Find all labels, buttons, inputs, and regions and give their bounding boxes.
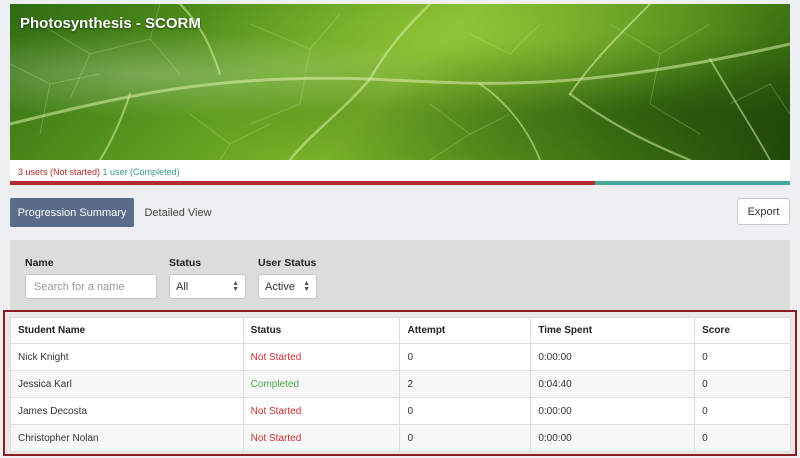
tab-detailed-view[interactable]: Detailed View xyxy=(136,198,220,227)
filter-panel: Name Status All ▲▼ User Status Active ▲▼ xyxy=(10,240,790,310)
select-arrows-icon: ▲ ▼ xyxy=(303,279,310,293)
completion-summary: 3 users (Not started) 1 user (Completed) xyxy=(10,160,790,181)
column-header-attempt[interactable]: Attempt xyxy=(399,317,532,344)
status-cell: Not Started xyxy=(242,424,401,452)
column-header-student-name[interactable]: Student Name xyxy=(10,317,244,344)
student-name: Jessica Karl xyxy=(10,370,244,398)
student-name: Nick Knight xyxy=(10,343,244,371)
status-select[interactable]: All ▲ ▼ xyxy=(169,274,246,299)
not-started-segment xyxy=(10,181,595,185)
column-header-score[interactable]: Score xyxy=(694,317,791,344)
progress-table-frame: Student Name Status Attempt Time Spent S… xyxy=(3,310,797,456)
status-select-value: All xyxy=(176,280,189,293)
completion-progress-bar xyxy=(10,181,790,185)
score-cell: 0 xyxy=(694,370,791,398)
progress-table: Student Name Status Attempt Time Spent S… xyxy=(10,317,791,452)
time-spent-cell: 0:00:00 xyxy=(530,343,696,371)
column-header-status[interactable]: Status xyxy=(242,317,401,344)
time-spent-cell: 0:04:40 xyxy=(530,370,696,398)
score-cell: 0 xyxy=(694,424,791,452)
user-status-select-value: Active xyxy=(265,280,295,293)
export-button[interactable]: Export xyxy=(737,198,790,225)
table-row[interactable]: James Decosta Not Started 0 0:00:00 0 xyxy=(10,397,791,425)
name-filter-label: Name xyxy=(25,257,54,269)
completed-count: 1 user (Completed) xyxy=(102,167,180,177)
select-arrows-icon: ▲ ▼ xyxy=(232,279,239,293)
table-header-row: Student Name Status Attempt Time Spent S… xyxy=(10,317,791,344)
status-cell: Not Started xyxy=(242,397,401,425)
student-name: Christopher Nolan xyxy=(10,424,244,452)
attempt-cell: 0 xyxy=(399,424,532,452)
user-status-select[interactable]: Active ▲ ▼ xyxy=(258,274,317,299)
status-filter-label: Status xyxy=(169,257,202,269)
time-spent-cell: 0:00:00 xyxy=(530,397,696,425)
attempt-cell: 0 xyxy=(399,343,532,371)
attempt-cell: 0 xyxy=(399,397,532,425)
name-search-input[interactable] xyxy=(25,274,157,299)
table-row[interactable]: Christopher Nolan Not Started 0 0:00:00 … xyxy=(10,424,791,452)
score-cell: 0 xyxy=(694,397,791,425)
score-cell: 0 xyxy=(694,343,791,371)
status-cell: Not Started xyxy=(242,343,401,371)
table-row[interactable]: Nick Knight Not Started 0 0:00:00 0 xyxy=(10,343,791,371)
not-started-count: 3 users (Not started) xyxy=(18,167,101,177)
tab-progression-summary[interactable]: Progression Summary xyxy=(10,198,134,227)
course-banner: Photosynthesis - SCORM xyxy=(10,4,790,160)
column-header-time-spent[interactable]: Time Spent xyxy=(530,317,696,344)
time-spent-cell: 0:00:00 xyxy=(530,424,696,452)
user-status-filter-label: User Status xyxy=(258,257,317,269)
course-title: Photosynthesis - SCORM xyxy=(20,15,201,32)
status-cell: Completed xyxy=(242,370,401,398)
table-row[interactable]: Jessica Karl Completed 2 0:04:40 0 xyxy=(10,370,791,398)
student-name: James Decosta xyxy=(10,397,244,425)
attempt-cell: 2 xyxy=(399,370,532,398)
completed-segment xyxy=(595,181,790,185)
